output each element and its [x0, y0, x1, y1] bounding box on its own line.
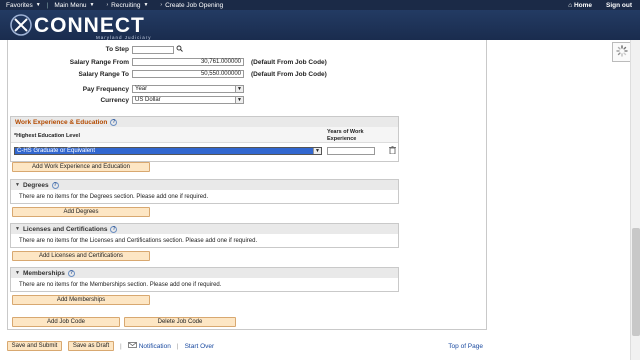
brand-bar: CONNECT Maryland Judiciary [0, 10, 640, 40]
salary-to-row: Salary Range To 50,550.000000 (Default F… [78, 70, 327, 78]
help-icon[interactable]: ? [110, 118, 118, 126]
start-over-link[interactable]: Start Over [185, 343, 215, 350]
chevron-down-icon: ▼ [35, 2, 41, 8]
delete-job-code-button[interactable]: Delete Job Code [124, 317, 236, 327]
add-licenses-button[interactable]: Add Licenses and Certifications [12, 251, 150, 261]
empty-message: There are no items for the Memberships s… [19, 282, 222, 288]
chevron-down-icon: ▼ [89, 2, 95, 8]
help-icon[interactable]: ? [110, 225, 118, 233]
breadcrumb-recruiting[interactable]: › Recruiting ▼ [101, 2, 155, 9]
salary-from-row: Salary Range From 30,761.000000 (Default… [69, 58, 327, 66]
envelope-icon [127, 342, 137, 350]
logo-wordmark: CONNECT [34, 13, 145, 37]
collapse-triangle-icon[interactable]: ▼ [15, 226, 20, 232]
notification-link[interactable]: Notification [127, 342, 171, 350]
currency-row: Currency US Dollar ▼ [8, 96, 244, 104]
job-opening-form: To Step Salary Range From 30,761.000000 … [7, 40, 487, 330]
section-header: ▼ Memberships ? [11, 268, 398, 278]
licenses-section: ▼ Licenses and Certifications ? There ar… [10, 223, 399, 248]
home-link[interactable]: ⌂ Home [568, 2, 592, 9]
dropdown-arrow-icon: ▼ [235, 86, 243, 92]
sign-out-link[interactable]: Sign out [606, 2, 632, 9]
salary-from-input[interactable]: 30,761.000000 [132, 58, 244, 66]
currency-select[interactable]: US Dollar ▼ [132, 96, 244, 104]
breadcrumb-create-job-opening[interactable]: › Create Job Opening [154, 2, 229, 9]
dropdown-arrow-icon: ▼ [313, 148, 321, 154]
grid-header: *Highest Education Level Years of Work E… [11, 127, 398, 143]
collapse-triangle-icon[interactable]: ▼ [15, 270, 20, 276]
bottom-toolbar: Save and Submit Save as Draft | Notifica… [7, 339, 487, 353]
empty-message: There are no items for the Licenses and … [19, 238, 258, 244]
spinner-icon [616, 45, 628, 59]
add-degrees-button[interactable]: Add Degrees [12, 207, 150, 217]
favorites-menu[interactable]: Favorites ▼ [0, 2, 47, 9]
section-header: ▼ Degrees ? [11, 180, 398, 190]
main-menu[interactable]: Main Menu ▼ [48, 2, 100, 9]
add-job-code-button[interactable]: Add Job Code [12, 317, 120, 327]
scrollbar-thumb[interactable] [632, 228, 640, 336]
pay-frequency-row: Pay Frequency Year ▼ [8, 85, 244, 93]
work-experience-section: Work Experience & Education ? *Highest E… [10, 116, 399, 162]
years-experience-input[interactable] [327, 147, 375, 155]
trash-icon[interactable] [389, 145, 396, 156]
chevron-right-icon: › [160, 2, 163, 8]
lookup-icon[interactable] [176, 45, 183, 54]
save-and-submit-button[interactable]: Save and Submit [7, 341, 62, 351]
help-icon[interactable]: ? [51, 181, 59, 189]
refresh-button[interactable] [612, 42, 632, 62]
vertical-scrollbar[interactable] [630, 40, 640, 360]
salary-to-input[interactable]: 50,550.000000 [132, 70, 244, 78]
to-step-input[interactable] [132, 45, 174, 54]
connect-logo: CONNECT Maryland Judiciary [8, 13, 151, 40]
top-nav: Favorites ▼ | Main Menu ▼ › Recruiting ▼ › Cr… [0, 0, 640, 10]
scales-logo-icon [8, 13, 34, 37]
chevron-right-icon: › [106, 2, 109, 8]
help-icon[interactable]: ? [67, 269, 75, 277]
save-as-draft-button[interactable]: Save as Draft [68, 341, 114, 351]
collapse-triangle-icon[interactable]: ▼ [15, 182, 20, 188]
pay-frequency-select[interactable]: Year ▼ [132, 85, 244, 93]
empty-message: There are no items for the Degrees secti… [19, 194, 209, 200]
chevron-down-icon: ▼ [143, 2, 149, 8]
dropdown-arrow-icon: ▼ [235, 97, 243, 103]
memberships-section: ▼ Memberships ? There are no items for t… [10, 267, 399, 292]
divider: | [176, 342, 179, 350]
top-of-page-link[interactable]: Top of Page [448, 343, 483, 350]
section-header: ▼ Licenses and Certifications ? [11, 224, 398, 234]
to-step-row: To Step [8, 45, 183, 54]
degrees-section: ▼ Degrees ? There are no items for the D… [10, 179, 399, 204]
add-work-experience-button[interactable]: Add Work Experience and Education [12, 162, 150, 172]
divider: | [120, 342, 122, 350]
add-memberships-button[interactable]: Add Memberships [12, 295, 150, 305]
education-level-select[interactable]: C-HS Graduate or Equivalent ▼ [14, 147, 322, 155]
section-header: Work Experience & Education ? [11, 117, 398, 127]
